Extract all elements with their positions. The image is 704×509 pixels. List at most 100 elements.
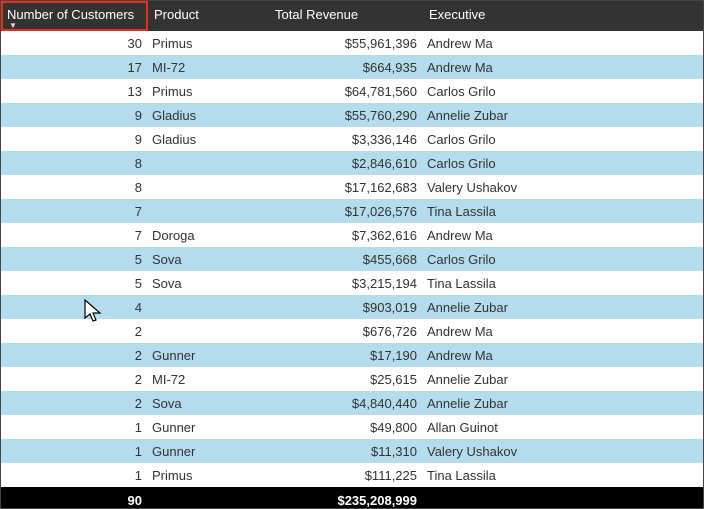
cell-product [148, 319, 269, 343]
table-row[interactable]: 2MI-72$25,615Annelie Zubar [1, 367, 703, 391]
footer-total-revenue: $235,208,999 [269, 487, 423, 508]
cell-executive: Carlos Grilo [423, 247, 703, 271]
cell-product: Sova [148, 247, 269, 271]
table-row[interactable]: 8 $17,162,683Valery Ushakov [1, 175, 703, 199]
data-table-container: Number of Customers ▼ Product Total Reve… [1, 1, 703, 508]
cell-product: Sova [148, 271, 269, 295]
cell-executive: Tina Lassila [423, 271, 703, 295]
table-row[interactable]: 7 $17,026,576Tina Lassila [1, 199, 703, 223]
cell-executive: Andrew Ma [423, 55, 703, 79]
cell-product: Doroga [148, 223, 269, 247]
col-header-product[interactable]: Product [148, 1, 269, 31]
cell-number-of-customers: 17 [1, 55, 148, 79]
col-header-label: Product [154, 7, 199, 22]
cell-executive: Andrew Ma [423, 223, 703, 247]
table-row[interactable]: 17MI-72$664,935Andrew Ma [1, 55, 703, 79]
cell-product: Sova [148, 391, 269, 415]
cell-executive: Valery Ushakov [423, 439, 703, 463]
cell-total-revenue: $4,840,440 [269, 391, 423, 415]
cell-executive: Andrew Ma [423, 343, 703, 367]
table-row[interactable]: 2 $676,726Andrew Ma [1, 319, 703, 343]
table-row[interactable]: 5Sova$3,215,194Tina Lassila [1, 271, 703, 295]
cell-product: Primus [148, 463, 269, 487]
header-row: Number of Customers ▼ Product Total Reve… [1, 1, 703, 31]
cell-number-of-customers: 7 [1, 199, 148, 223]
col-header-total-revenue[interactable]: Total Revenue [269, 1, 423, 31]
table-row[interactable]: 1Primus$111,225Tina Lassila [1, 463, 703, 487]
cell-executive: Carlos Grilo [423, 151, 703, 175]
col-header-label: Number of Customers [7, 7, 134, 22]
cell-total-revenue: $25,615 [269, 367, 423, 391]
cell-executive: Valery Ushakov [423, 175, 703, 199]
cell-total-revenue: $2,846,610 [269, 151, 423, 175]
table-row[interactable]: 8 $2,846,610Carlos Grilo [1, 151, 703, 175]
table-row[interactable]: 7Doroga$7,362,616Andrew Ma [1, 223, 703, 247]
cell-number-of-customers: 30 [1, 31, 148, 55]
cell-product: Gladius [148, 127, 269, 151]
cell-product: MI-72 [148, 367, 269, 391]
table-row[interactable]: 9Gladius$55,760,290Annelie Zubar [1, 103, 703, 127]
cell-number-of-customers: 7 [1, 223, 148, 247]
cell-executive: Andrew Ma [423, 31, 703, 55]
footer-empty [423, 487, 703, 508]
table-row[interactable]: 13Primus$64,781,560Carlos Grilo [1, 79, 703, 103]
table-row[interactable]: 30Primus$55,961,396Andrew Ma [1, 31, 703, 55]
cell-product [148, 151, 269, 175]
cell-number-of-customers: 2 [1, 319, 148, 343]
cell-product: Primus [148, 31, 269, 55]
sort-desc-icon: ▼ [9, 22, 17, 30]
cell-total-revenue: $17,162,683 [269, 175, 423, 199]
cell-total-revenue: $7,362,616 [269, 223, 423, 247]
cell-executive: Annelie Zubar [423, 367, 703, 391]
table-row[interactable]: 4 $903,019Annelie Zubar [1, 295, 703, 319]
cell-product: Gladius [148, 103, 269, 127]
cell-executive: Carlos Grilo [423, 79, 703, 103]
cell-product: Gunner [148, 439, 269, 463]
cell-product [148, 199, 269, 223]
table-row[interactable]: 5Sova$455,668Carlos Grilo [1, 247, 703, 271]
cell-total-revenue: $3,336,146 [269, 127, 423, 151]
cell-number-of-customers: 5 [1, 271, 148, 295]
cell-number-of-customers: 13 [1, 79, 148, 103]
col-header-number-of-customers[interactable]: Number of Customers ▼ [1, 1, 148, 31]
cell-executive: Annelie Zubar [423, 295, 703, 319]
cell-executive: Andrew Ma [423, 319, 703, 343]
table-row[interactable]: 2Gunner$17,190Andrew Ma [1, 343, 703, 367]
cell-number-of-customers: 8 [1, 175, 148, 199]
col-header-executive[interactable]: Executive [423, 1, 703, 31]
cell-executive: Tina Lassila [423, 199, 703, 223]
cell-total-revenue: $17,190 [269, 343, 423, 367]
cell-total-revenue: $55,760,290 [269, 103, 423, 127]
cell-number-of-customers: 2 [1, 391, 148, 415]
cell-number-of-customers: 2 [1, 367, 148, 391]
footer-row: 90 $235,208,999 [1, 487, 703, 508]
cell-executive: Carlos Grilo [423, 127, 703, 151]
table-row[interactable]: 1Gunner$49,800Allan Guinot [1, 415, 703, 439]
footer-total-customers: 90 [1, 487, 148, 508]
cell-product: Gunner [148, 343, 269, 367]
cell-product: MI-72 [148, 55, 269, 79]
cell-total-revenue: $455,668 [269, 247, 423, 271]
cell-product: Gunner [148, 415, 269, 439]
footer-empty [148, 487, 269, 508]
cell-total-revenue: $3,215,194 [269, 271, 423, 295]
cell-total-revenue: $55,961,396 [269, 31, 423, 55]
cell-total-revenue: $17,026,576 [269, 199, 423, 223]
cell-number-of-customers: 8 [1, 151, 148, 175]
cell-executive: Annelie Zubar [423, 103, 703, 127]
cell-product [148, 175, 269, 199]
cell-number-of-customers: 9 [1, 127, 148, 151]
cell-total-revenue: $49,800 [269, 415, 423, 439]
cell-total-revenue: $664,935 [269, 55, 423, 79]
cell-total-revenue: $903,019 [269, 295, 423, 319]
table-row[interactable]: 2Sova$4,840,440Annelie Zubar [1, 391, 703, 415]
cell-executive: Allan Guinot [423, 415, 703, 439]
cell-product: Primus [148, 79, 269, 103]
cell-total-revenue: $676,726 [269, 319, 423, 343]
cell-total-revenue: $64,781,560 [269, 79, 423, 103]
table-row[interactable]: 1Gunner$11,310Valery Ushakov [1, 439, 703, 463]
cell-number-of-customers: 4 [1, 295, 148, 319]
table-row[interactable]: 9Gladius$3,336,146Carlos Grilo [1, 127, 703, 151]
cell-number-of-customers: 1 [1, 463, 148, 487]
cell-number-of-customers: 9 [1, 103, 148, 127]
